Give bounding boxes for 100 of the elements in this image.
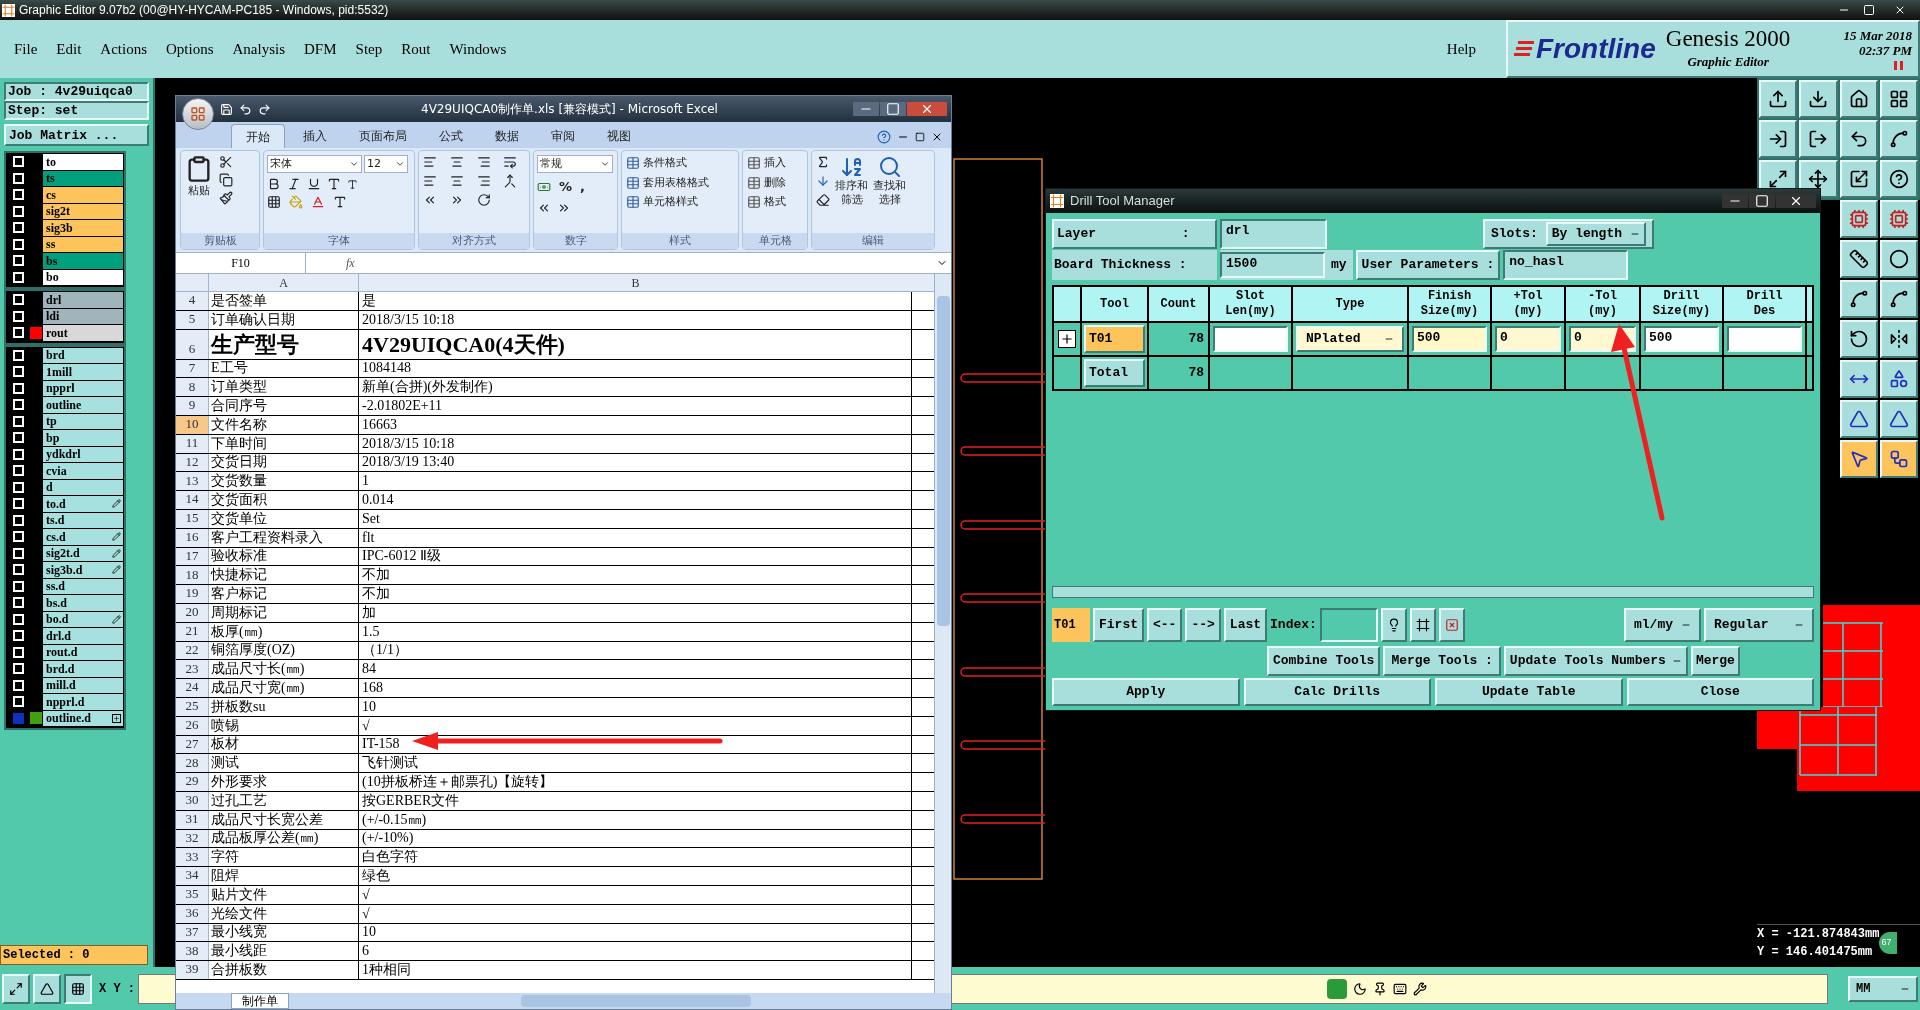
layer-item[interactable]: ts bbox=[43, 170, 123, 186]
action-button[interactable]: Close bbox=[1626, 678, 1814, 706]
row-header[interactable]: 8 bbox=[176, 378, 209, 397]
menu-item[interactable]: Analysis bbox=[232, 37, 286, 61]
keyboard-icon[interactable] bbox=[1393, 981, 1407, 996]
row-header[interactable]: 6 bbox=[176, 329, 209, 359]
navigation-button[interactable]: Last bbox=[1223, 608, 1268, 642]
navigation-button[interactable]: <-- bbox=[1147, 608, 1183, 642]
layer-item[interactable]: brd.d bbox=[43, 661, 123, 677]
angle-button[interactable] bbox=[33, 973, 61, 1004]
tool-button[interactable] bbox=[1879, 160, 1918, 198]
row-header[interactable]: 38 bbox=[176, 942, 209, 961]
expand-button[interactable] bbox=[1058, 330, 1076, 348]
layer-item[interactable]: rout.d bbox=[43, 644, 123, 660]
layer-item[interactable]: drl bbox=[43, 292, 123, 308]
menu-item[interactable]: Actions bbox=[100, 37, 147, 61]
find-select-button[interactable]: 查找和 选择 bbox=[873, 179, 906, 207]
menu-item[interactable]: Edit bbox=[56, 37, 82, 61]
office-button[interactable] bbox=[182, 98, 214, 130]
row-header[interactable]: 14 bbox=[176, 491, 209, 509]
pin-icon[interactable] bbox=[1373, 981, 1387, 996]
menu-item[interactable]: Step bbox=[355, 37, 383, 61]
menu-item[interactable]: DFM bbox=[304, 37, 337, 61]
tool-button[interactable] bbox=[1879, 80, 1918, 118]
frame-button[interactable] bbox=[1409, 608, 1436, 642]
layer-item[interactable]: outline.d bbox=[43, 710, 123, 726]
drill-size-field[interactable]: 500 bbox=[1644, 326, 1719, 352]
maximize-icon[interactable] bbox=[880, 102, 906, 116]
paste-button[interactable]: 粘贴 bbox=[188, 183, 210, 200]
drill-designation-field[interactable] bbox=[1727, 326, 1802, 352]
row-header[interactable]: 29 bbox=[176, 773, 209, 791]
row-header[interactable]: 34 bbox=[176, 867, 209, 885]
layer-item[interactable]: brd bbox=[43, 347, 123, 363]
layer-item[interactable]: outline bbox=[43, 397, 123, 413]
layer-item[interactable]: sig3b.d bbox=[43, 562, 123, 578]
redo-icon[interactable] bbox=[258, 102, 271, 116]
job-matrix-button[interactable]: Job Matrix ... bbox=[4, 124, 149, 146]
ribbon-tab[interactable]: 插入 bbox=[289, 124, 341, 148]
layer-item[interactable]: rout bbox=[43, 325, 123, 341]
minimize-icon[interactable] bbox=[853, 102, 879, 116]
layer-item[interactable]: ss bbox=[43, 236, 123, 252]
layer-item[interactable]: sig2t bbox=[43, 203, 123, 219]
slots-dropdown[interactable]: By length bbox=[1545, 222, 1647, 246]
row-header[interactable]: 28 bbox=[176, 754, 209, 773]
units-dropdown[interactable]: ml/my bbox=[1624, 608, 1701, 642]
tool-button[interactable]: T01 bbox=[1084, 325, 1145, 353]
layer-item[interactable]: ts.d bbox=[43, 512, 123, 528]
tool-button[interactable] bbox=[1759, 80, 1798, 118]
combine-tools-button[interactable]: Combine Tools bbox=[1267, 646, 1381, 676]
type-dropdown[interactable]: NPlated bbox=[1296, 326, 1404, 352]
tool-button[interactable] bbox=[1879, 360, 1918, 398]
horizontal-scrollbar[interactable] bbox=[521, 995, 751, 1007]
grid-button[interactable] bbox=[64, 973, 92, 1004]
number-format-select[interactable]: 常规 bbox=[537, 155, 613, 173]
layer-item[interactable]: drl.d bbox=[43, 628, 123, 644]
merge-mode-dropdown[interactable]: Update Tools Numbers bbox=[1503, 646, 1688, 676]
tool-button[interactable] bbox=[1839, 160, 1878, 198]
ribbon-tab[interactable]: 页面布局 bbox=[345, 124, 421, 148]
layer-item[interactable]: sig3b bbox=[43, 220, 123, 236]
ribbon-tab[interactable]: 视图 bbox=[593, 124, 645, 148]
action-button[interactable]: Calc Drills bbox=[1243, 678, 1431, 706]
layer-item[interactable]: d bbox=[43, 479, 123, 495]
tool-button[interactable] bbox=[1839, 80, 1878, 118]
menu-item[interactable]: File bbox=[14, 37, 38, 61]
total-button[interactable]: Total bbox=[1084, 359, 1145, 387]
layer-item[interactable]: cs bbox=[43, 187, 123, 203]
layer-field[interactable]: drl bbox=[1220, 219, 1327, 249]
layer-item[interactable]: bs bbox=[43, 253, 123, 269]
layer-item[interactable]: npprl bbox=[43, 380, 123, 396]
layer-checkbox[interactable] bbox=[12, 712, 24, 724]
row-header[interactable]: 24 bbox=[176, 679, 209, 697]
maximize-icon[interactable] bbox=[1749, 194, 1775, 208]
layer-item[interactable]: sig2t.d bbox=[43, 545, 123, 561]
undo-icon[interactable] bbox=[239, 102, 252, 116]
tool-button[interactable] bbox=[1879, 400, 1918, 438]
layer-item[interactable]: mill.d bbox=[43, 677, 123, 693]
sort-filter-button[interactable]: 排序和 筛选 bbox=[835, 179, 868, 207]
layer-item[interactable]: ldi bbox=[43, 308, 123, 324]
menu-item[interactable]: Help bbox=[1446, 37, 1476, 61]
layer-item[interactable]: ss.d bbox=[43, 578, 123, 594]
tool-button[interactable] bbox=[1879, 440, 1918, 478]
tool-button[interactable] bbox=[1799, 120, 1838, 158]
layer-item[interactable]: bo.d bbox=[43, 611, 123, 627]
help-icon[interactable] bbox=[877, 130, 891, 144]
font-select[interactable]: 宋体 bbox=[267, 155, 362, 173]
action-button[interactable]: Apply bbox=[1052, 678, 1240, 706]
wrench-icon[interactable] bbox=[1413, 981, 1427, 996]
ribbon-tab[interactable]: 审阅 bbox=[537, 124, 589, 148]
layer-item[interactable]: ydkdrl bbox=[43, 446, 123, 462]
merge-button[interactable]: Merge bbox=[1690, 646, 1740, 676]
tool-button[interactable] bbox=[1879, 200, 1918, 238]
save-icon[interactable] bbox=[220, 102, 233, 116]
thickness-field[interactable]: 1500 bbox=[1220, 252, 1325, 278]
tool-button[interactable] bbox=[1879, 240, 1918, 278]
layer-item[interactable]: bp bbox=[43, 430, 123, 446]
vertical-scrollbar[interactable] bbox=[934, 274, 951, 993]
tool-button[interactable] bbox=[1839, 360, 1878, 398]
function-label[interactable]: fx bbox=[346, 254, 355, 272]
menu-item[interactable]: Rout bbox=[401, 37, 431, 61]
menu-item[interactable]: Windows bbox=[449, 37, 507, 61]
